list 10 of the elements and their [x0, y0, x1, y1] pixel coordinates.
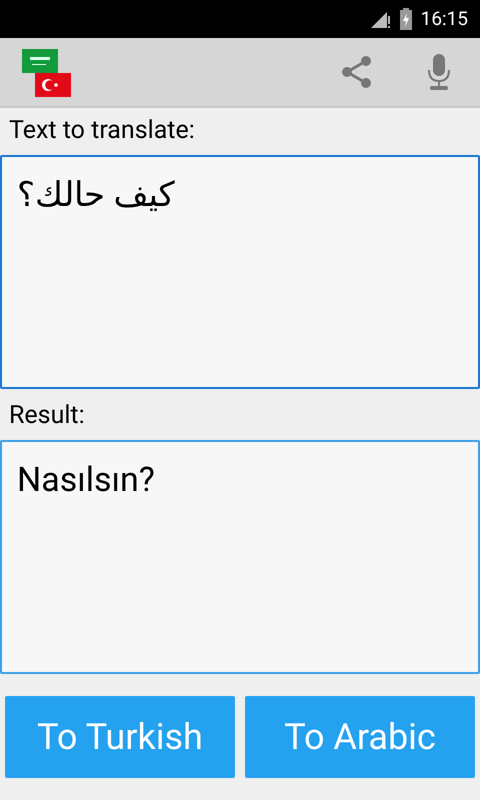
- battery-icon: [398, 8, 413, 30]
- field-text: كيف حالك؟: [17, 175, 176, 215]
- field-label: Result:: [8, 400, 86, 432]
- clock: 16:15: [420, 6, 468, 32]
- microphone-icon: [427, 54, 451, 90]
- text-field[interactable]: كيف حالك؟: [0, 155, 480, 389]
- flags-icon[interactable]: [20, 47, 72, 97]
- field-text: Nasılsın?: [17, 460, 156, 500]
- field-label: Text to translate:: [8, 115, 196, 147]
- text-field[interactable]: Nasılsın?: [0, 440, 480, 674]
